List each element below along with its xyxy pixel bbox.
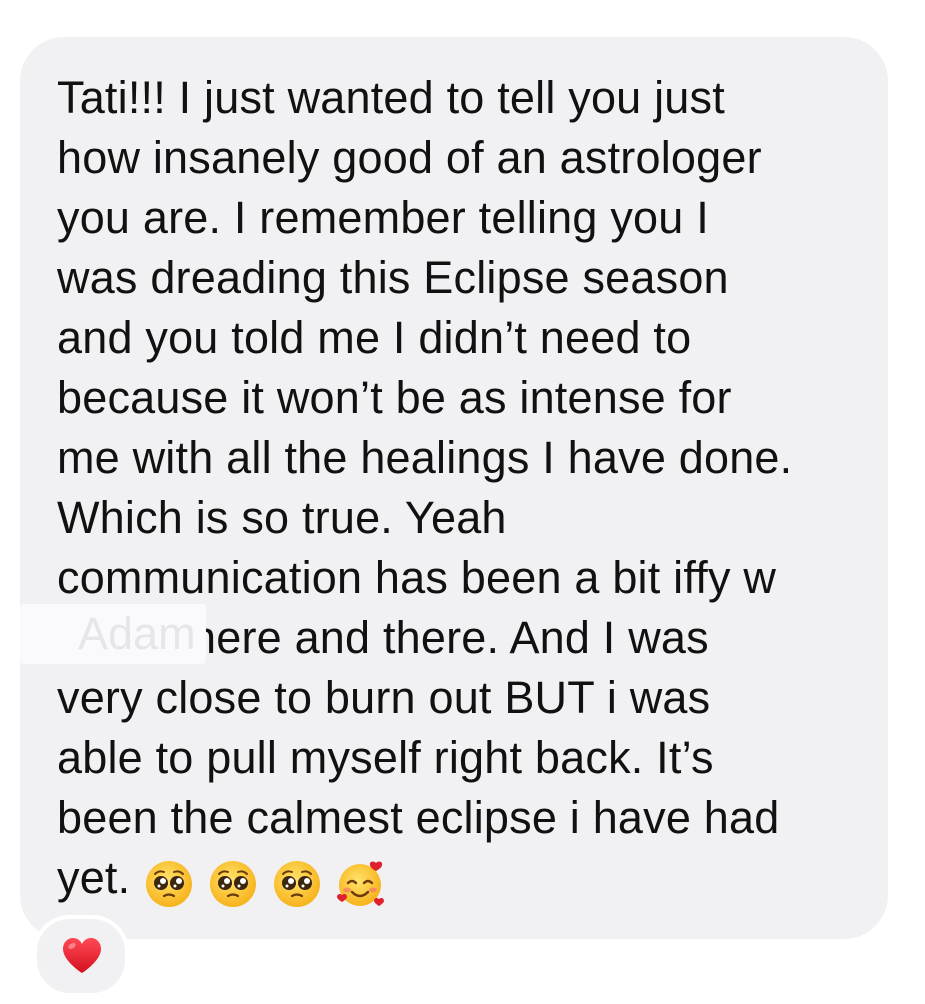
message-line: me with all the healings I have done. [57,432,793,483]
redacted-name-box: Adam [20,604,206,664]
message-line: able to pull myself right back. It’s [57,732,714,783]
message-line-last: yet. [57,848,869,911]
message-text: Tati!!! I just wanted to tell you just h… [57,68,869,911]
message-line: communication has been a bit iffy w [57,552,777,603]
message-line: Tati!!! I just wanted to tell you just [57,72,725,123]
message-line: and you told me I didn’t need to [57,312,692,363]
emoji-row [144,851,400,911]
message-line: Which is so true. Yeah [57,492,507,543]
message-screen: Tati!!! I just wanted to tell you just h… [0,0,925,1004]
heart-reaction[interactable] [33,915,129,997]
message-line: you are. I remember telling you I [57,192,709,243]
pleading-face-icon [208,859,258,909]
message-line: been the calmest eclipse i have had [57,792,780,843]
pleading-face-icon [272,859,322,909]
message-line-text: yet. [57,852,131,903]
message-line: was dreading this Eclipse season [57,252,729,303]
redacted-name: Adam [78,608,196,659]
red-heart-icon [63,938,101,973]
smiling-face-with-hearts-icon [336,859,386,909]
pleading-face-icon [144,859,194,909]
message-line: because it won’t be as intense for [57,372,732,423]
message-line: very close to burn out BUT i was [57,672,711,723]
message-line: how insanely good of an astrologer [57,132,762,183]
